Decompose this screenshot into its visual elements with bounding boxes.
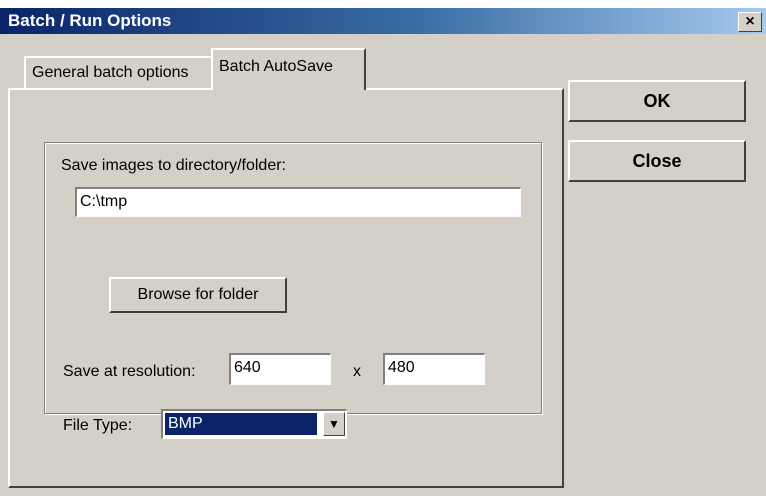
close-button[interactable]: Close <box>568 140 746 182</box>
resolution-height-input[interactable]: 480 <box>383 353 485 385</box>
resolution-width-input[interactable]: 640 <box>229 353 331 385</box>
close-icon[interactable]: × <box>738 12 762 32</box>
autosave-group: Save images to directory/folder: C:\tmp … <box>44 142 542 439</box>
tab-batch-autosave[interactable]: Batch AutoSave <box>211 48 366 90</box>
dialog-window: Batch / Run Options × General batch opti… <box>0 8 766 496</box>
title-bar[interactable]: Batch / Run Options × <box>0 8 766 34</box>
browse-folder-button[interactable]: Browse for folder <box>109 277 287 313</box>
filetype-select[interactable]: BMP ▼ <box>161 409 347 439</box>
tab-panel: Save images to directory/folder: C:\tmp … <box>8 88 564 488</box>
resolution-times-sign: x <box>353 363 361 380</box>
filetype-selected-value: BMP <box>165 413 317 435</box>
directory-input[interactable]: C:\tmp <box>75 187 521 217</box>
filetype-label: File Type: <box>63 417 133 434</box>
window-title: Batch / Run Options <box>8 11 172 30</box>
tab-general-batch-options[interactable]: General batch options <box>24 56 214 88</box>
resolution-label: Save at resolution: <box>63 363 196 380</box>
directory-label: Save images to directory/folder: <box>61 157 286 174</box>
chevron-down-icon[interactable]: ▼ <box>323 412 345 436</box>
ok-button[interactable]: OK <box>568 80 746 122</box>
top-strip <box>0 0 766 8</box>
